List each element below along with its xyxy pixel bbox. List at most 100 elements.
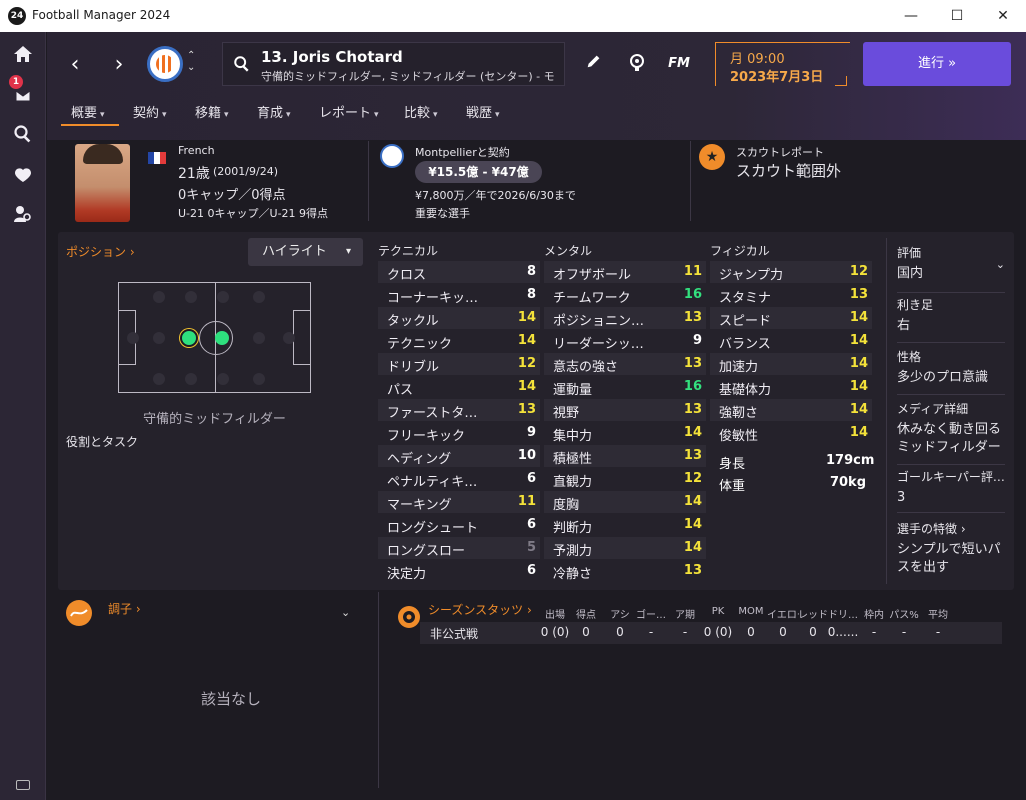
season-stats-title-link[interactable]: シーズンスタッツ ›: [428, 601, 532, 618]
stats-cell: 0: [809, 625, 817, 639]
physical-attr-row[interactable]: 基礎体力 14: [710, 376, 872, 398]
club-switch-chevrons-icon[interactable]: ⌃ ⌄: [187, 50, 195, 74]
scouting-icon[interactable]: [0, 154, 46, 194]
physical-attr-row[interactable]: 俊敏性 14: [710, 422, 872, 444]
technical-attr-row[interactable]: ヘディング 10: [378, 445, 540, 467]
continue-button[interactable]: 進行 »: [863, 42, 1011, 86]
technical-attr-row[interactable]: クロス 8: [378, 261, 540, 283]
stats-header[interactable]: ドリ…: [827, 606, 859, 621]
fm-logo-icon[interactable]: FM: [667, 52, 691, 76]
mental-attr-row[interactable]: 予測力 14: [544, 537, 706, 559]
mental-attr-row[interactable]: 意志の強さ 13: [544, 353, 706, 375]
inbox-icon[interactable]: [0, 74, 46, 114]
tab-reports[interactable]: レポート ▾: [319, 102, 379, 126]
game-date-block[interactable]: 月 09:00 2023年7月3日: [715, 42, 850, 86]
chevron-down-icon: ▾: [433, 110, 438, 120]
stats-header[interactable]: ゴー…: [635, 606, 667, 621]
mental-attr-name: 予測力: [553, 544, 593, 559]
technical-attr-row[interactable]: タックル 14: [378, 307, 540, 329]
globe-icon[interactable]: [625, 52, 649, 76]
technical-attr-row[interactable]: パス 14: [378, 376, 540, 398]
tab-history[interactable]: 戦歴 ▾: [466, 102, 500, 126]
maximize-button[interactable]: ☐: [934, 0, 980, 32]
club-crest-icon[interactable]: [147, 46, 183, 82]
mental-attr-value: 13: [683, 402, 702, 417]
tab-transfer[interactable]: 移籍 ▾: [195, 102, 229, 126]
technical-attr-row[interactable]: ドリブル 12: [378, 353, 540, 375]
stats-header[interactable]: 得点: [570, 606, 602, 621]
tab-contract[interactable]: 契約 ▾: [133, 102, 167, 126]
forward-arrow-icon[interactable]: ›: [105, 52, 133, 80]
transfer-value-pill[interactable]: ¥15.5億 - ¥47億: [415, 161, 542, 183]
technical-attr-row[interactable]: ロングシュート 6: [378, 514, 540, 536]
physical-attr-name: 俊敏性: [719, 429, 759, 444]
technical-attr-row[interactable]: 決定力 6: [378, 560, 540, 582]
position-title-link[interactable]: ポジション ›: [66, 243, 135, 260]
mental-attr-name: ポジショニン…: [553, 314, 645, 329]
mental-attr-row[interactable]: 集中力 14: [544, 422, 706, 444]
mental-attr-row[interactable]: 度胸 14: [544, 491, 706, 513]
mental-attr-name: 視野: [553, 406, 580, 421]
chevron-down-icon[interactable]: ⌄: [996, 258, 1005, 271]
mental-attr-row[interactable]: 直観力 12: [544, 468, 706, 490]
chevron-down-icon[interactable]: ⌄: [341, 606, 350, 619]
mental-attr-row[interactable]: ポジショニン… 13: [544, 307, 706, 329]
form-panel: 調子 › ⌄ 該当なし: [58, 592, 378, 792]
nationality: French: [178, 144, 215, 157]
home-icon[interactable]: [0, 34, 46, 74]
minimize-button[interactable]: —: [888, 0, 934, 32]
player-search-box[interactable]: 13. Joris Chotard 守備的ミッドフィルダー, ミッドフィルダー …: [222, 42, 565, 86]
technical-attr-value: 14: [517, 310, 536, 325]
mental-attr-row[interactable]: オフザボール 11: [544, 261, 706, 283]
physical-attr-row[interactable]: 加速力 14: [710, 353, 872, 375]
staff-search-icon[interactable]: [0, 194, 46, 234]
technical-attr-row[interactable]: コーナーキッ… 8: [378, 284, 540, 306]
physical-attr-row[interactable]: スタミナ 13: [710, 284, 872, 306]
technical-attr-row[interactable]: テクニック 14: [378, 330, 540, 352]
mental-attr-row[interactable]: 冷静さ 13: [544, 560, 706, 582]
stats-header[interactable]: 平均: [922, 606, 954, 621]
role-task-label[interactable]: 役割とタスク: [66, 433, 138, 450]
technical-attr-row[interactable]: フリーキック 9: [378, 422, 540, 444]
info-player-traits[interactable]: 選手の特徴 › シンプルで短いパスを出す: [897, 520, 1007, 577]
stats-header[interactable]: レッド: [797, 606, 829, 621]
contract-title: Montpellierと契約: [415, 146, 510, 159]
stats-header[interactable]: アシ: [604, 606, 636, 621]
form-title-link[interactable]: 調子 ›: [108, 600, 141, 617]
tab-compare[interactable]: 比較 ▾: [404, 102, 438, 126]
close-button[interactable]: ✕: [980, 0, 1026, 32]
back-arrow-icon[interactable]: ‹: [61, 52, 89, 80]
physical-attr-row[interactable]: 強靭さ 14: [710, 399, 872, 421]
stats-header[interactable]: ア期: [669, 606, 701, 621]
stats-header[interactable]: イエロー: [767, 606, 799, 621]
search-icon[interactable]: [0, 114, 46, 154]
stats-header[interactable]: PK: [702, 606, 734, 617]
stats-row[interactable]: 非公式戦 0 (0) 0 0- -0 (0) 0 0 0 0...... - - -: [420, 622, 1002, 644]
physical-attr-row[interactable]: スピード 14: [710, 307, 872, 329]
stats-header[interactable]: 枠内: [858, 606, 890, 621]
physical-attr-row[interactable]: ジャンプ力 12: [710, 261, 872, 283]
stats-header[interactable]: MOM: [735, 606, 767, 617]
edit-pencil-icon[interactable]: [582, 52, 606, 76]
mental-attr-row[interactable]: 運動量 16: [544, 376, 706, 398]
stats-cell: 0 (0): [540, 625, 570, 639]
technical-attr-row[interactable]: マーキング 11: [378, 491, 540, 513]
form-empty-message: 該当なし: [200, 690, 261, 708]
divider: [368, 141, 369, 221]
technical-attr-row[interactable]: ロングスロー 5: [378, 537, 540, 559]
mental-attr-row[interactable]: 判断力 14: [544, 514, 706, 536]
technical-attr-row[interactable]: ファーストタ… 13: [378, 399, 540, 421]
tab-development[interactable]: 育成 ▾: [257, 102, 291, 126]
mental-attr-row[interactable]: 視野 13: [544, 399, 706, 421]
technical-attr-row[interactable]: ペナルティキ… 6: [378, 468, 540, 490]
stats-cell: 0: [616, 625, 624, 639]
tab-overview[interactable]: 概要 ▾: [71, 102, 105, 126]
highlight-dropdown[interactable]: ハイライト ▾: [248, 238, 363, 266]
stats-header[interactable]: 出場: [539, 606, 571, 621]
physical-attr-row[interactable]: バランス 14: [710, 330, 872, 352]
mental-attr-row[interactable]: チームワーク 16: [544, 284, 706, 306]
mental-attr-row[interactable]: 積極性 13: [544, 445, 706, 467]
stats-header[interactable]: パス%: [888, 606, 920, 621]
mental-attr-name: 判断力: [553, 521, 593, 536]
mental-attr-row[interactable]: リーダーシッ… 9: [544, 330, 706, 352]
